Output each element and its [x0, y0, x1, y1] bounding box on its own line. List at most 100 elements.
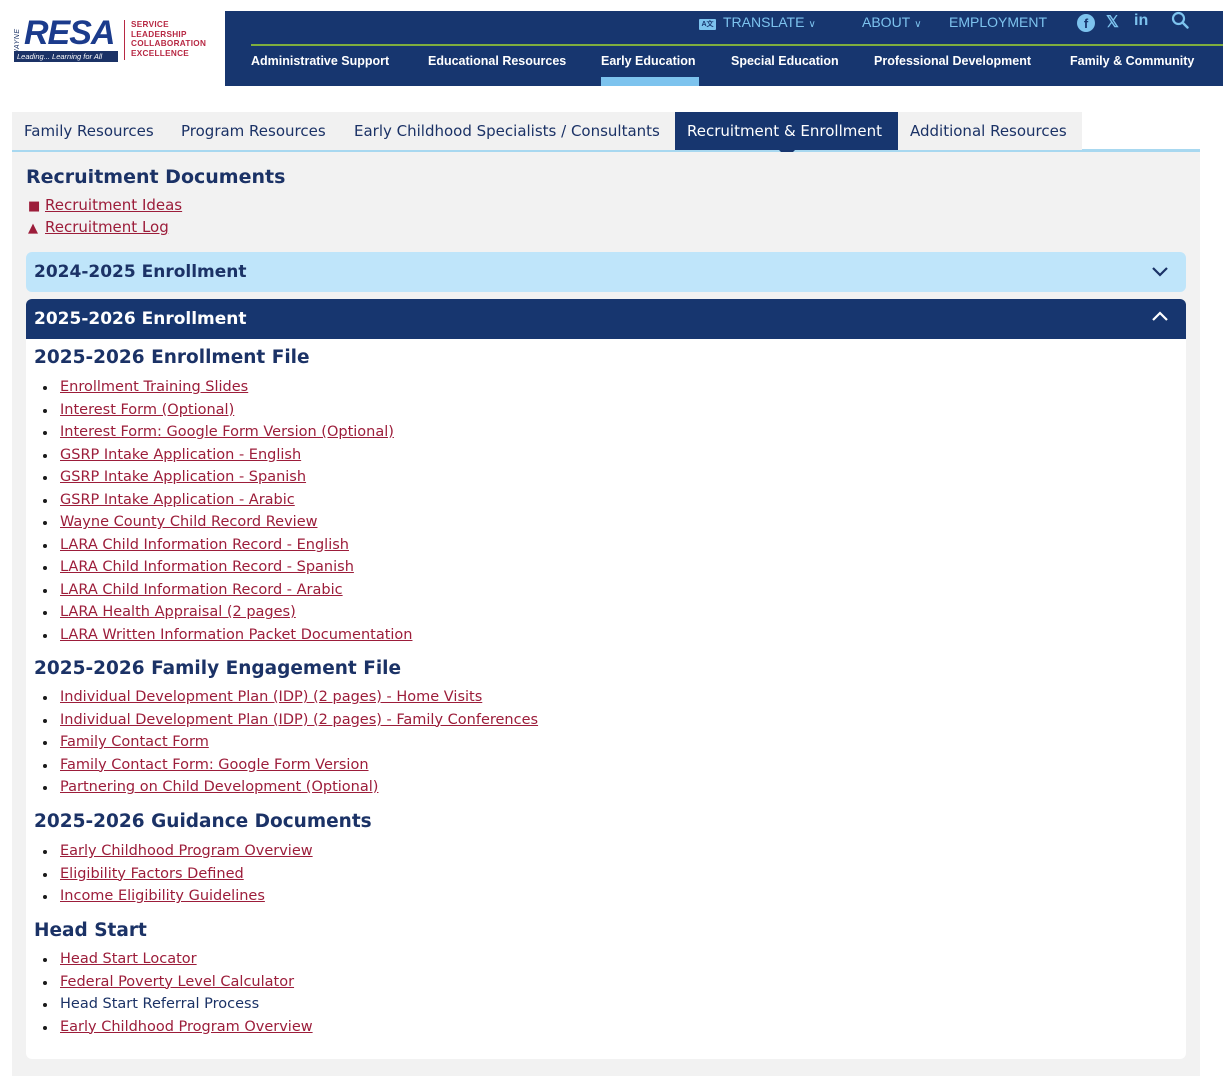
document-link[interactable]: Early Childhood Program Overview — [60, 1019, 313, 1035]
document-link[interactable]: LARA Health Appraisal (2 pages) — [60, 604, 296, 620]
nav-early-education[interactable]: Early Education — [601, 54, 695, 68]
translate-icon: A文 — [699, 19, 716, 30]
document-link[interactable]: LARA Written Information Packet Document… — [60, 627, 412, 643]
facebook-icon[interactable]: f — [1077, 14, 1095, 32]
list-item: Family Contact Form: Google Form Version — [34, 755, 538, 778]
document-link[interactable]: Head Start Locator — [60, 951, 197, 967]
list-item: Early Childhood Program Overview — [34, 841, 313, 864]
nav-special-education[interactable]: Special Education — [731, 54, 839, 68]
tab-family-resources[interactable]: Family Resources — [12, 112, 169, 150]
nav-professional-development[interactable]: Professional Development — [874, 54, 1031, 68]
employment-label: EMPLOYMENT — [949, 14, 1048, 30]
about-label: ABOUT — [862, 14, 911, 30]
list-item: GSRP Intake Application - Spanish — [34, 467, 412, 490]
logo-divider — [124, 20, 125, 60]
accordion-2024-2025-enrollment[interactable]: 2024-2025 Enrollment — [26, 252, 1186, 292]
head-start-heading: Head Start — [34, 920, 147, 941]
document-link[interactable]: Wayne County Child Record Review — [60, 514, 317, 530]
nav-administrative-support[interactable]: Administrative Support — [251, 54, 389, 68]
recruitment-ideas-label: Recruitment Ideas — [45, 196, 183, 214]
document-link[interactable]: Eligibility Factors Defined — [60, 866, 244, 882]
logo-tagline: Leading... Learning for All — [14, 51, 118, 62]
nav-educational-resources[interactable]: Educational Resources — [428, 54, 566, 68]
nav-family-community[interactable]: Family & Community — [1070, 54, 1194, 68]
document-link[interactable]: Individual Development Plan (IDP) (2 pag… — [60, 689, 482, 705]
list-item: Individual Development Plan (IDP) (2 pag… — [34, 710, 538, 733]
resa-logo[interactable]: WAYNE RESA Leading... Learning for All S… — [10, 14, 215, 64]
document-link[interactable]: Income Eligibility Guidelines — [60, 888, 265, 904]
document-link[interactable]: Family Contact Form: Google Form Version — [60, 757, 369, 773]
logo-values: SERVICE LEADERSHIP COLLABORATION EXCELLE… — [131, 20, 206, 58]
recruitment-ideas-link[interactable]: ■ Recruitment Ideas — [28, 196, 182, 214]
logo-name: RESA — [24, 14, 115, 52]
translate-menu[interactable]: A文 TRANSLATE ∨ — [699, 14, 816, 30]
translate-label: TRANSLATE — [723, 14, 805, 30]
list-item: Early Childhood Program Overview — [34, 1017, 313, 1040]
tab-panel: Recruitment Documents ■ Recruitment Ideas… — [12, 152, 1200, 1076]
document-link[interactable]: GSRP Intake Application - Arabic — [60, 492, 295, 508]
accordion-body: 2025-2026 Enrollment File Enrollment Tra… — [26, 339, 1186, 1059]
tab-program-resources[interactable]: Program Resources — [169, 112, 342, 150]
tab-additional-resources[interactable]: Additional Resources — [898, 112, 1082, 150]
tab-recruitment-enrollment[interactable]: Recruitment & Enrollment — [675, 112, 898, 158]
list-item: Family Contact Form — [34, 732, 538, 755]
about-menu[interactable]: ABOUT ∨ — [862, 14, 922, 30]
logo-value: LEADERSHIP — [131, 29, 187, 39]
google-drive-icon: ▲ — [28, 221, 38, 236]
recruitment-log-link[interactable]: ▲ Recruitment Log — [28, 218, 169, 236]
list-item: Enrollment Training Slides — [34, 377, 412, 400]
logo-value: EXCELLENCE — [131, 48, 190, 58]
chevron-down-icon: ∨ — [914, 19, 922, 30]
linkedin-icon[interactable]: in — [1134, 12, 1148, 30]
document-link[interactable]: Early Childhood Program Overview — [60, 843, 313, 859]
list-item: LARA Child Information Record - Arabic — [34, 580, 412, 603]
list-item: Federal Poverty Level Calculator — [34, 972, 313, 995]
document-link[interactable]: Partnering on Child Development (Optiona… — [60, 779, 378, 795]
list-text: Head Start Referral Process — [60, 996, 260, 1012]
family-engagement-list: Individual Development Plan (IDP) (2 pag… — [34, 687, 538, 800]
pdf-icon: ■ — [28, 199, 41, 214]
list-item: Partnering on Child Development (Optiona… — [34, 777, 538, 800]
list-item: LARA Child Information Record - Spanish — [34, 557, 412, 580]
document-link[interactable]: Interest Form: Google Form Version (Opti… — [60, 424, 394, 440]
document-link[interactable]: Family Contact Form — [60, 734, 209, 750]
list-item: LARA Health Appraisal (2 pages) — [34, 602, 412, 625]
document-link[interactable]: LARA Child Information Record - Spanish — [60, 559, 354, 575]
enrollment-file-list: Enrollment Training Slides Interest Form… — [34, 377, 412, 647]
accordion-title: 2024-2025 Enrollment — [34, 262, 247, 282]
site-header: WAYNE RESA Leading... Learning for All S… — [0, 0, 1223, 86]
list-item: Wayne County Child Record Review — [34, 512, 412, 535]
search-icon[interactable] — [1171, 11, 1189, 34]
document-link[interactable]: LARA Child Information Record - English — [60, 537, 349, 553]
document-link[interactable]: Individual Development Plan (IDP) (2 pag… — [60, 712, 538, 728]
document-link[interactable]: LARA Child Information Record - Arabic — [60, 582, 343, 598]
document-link[interactable]: GSRP Intake Application - English — [60, 447, 301, 463]
nav-divider-line — [251, 44, 1223, 46]
logo-value: COLLABORATION — [131, 39, 207, 48]
chevron-down-icon: ∨ — [808, 19, 816, 30]
employment-link[interactable]: EMPLOYMENT — [949, 14, 1047, 30]
accordion-2025-2026-enrollment[interactable]: 2025-2026 Enrollment — [26, 299, 1186, 339]
utility-bar: A文 TRANSLATE ∨ ABOUT ∨ EMPLOYMENT f 𝕏 in — [225, 11, 1223, 35]
list-item: Eligibility Factors Defined — [34, 864, 313, 887]
list-item: GSRP Intake Application - English — [34, 445, 412, 468]
list-item: LARA Child Information Record - English — [34, 535, 412, 558]
document-link[interactable]: Enrollment Training Slides — [60, 379, 248, 395]
document-link[interactable]: GSRP Intake Application - Spanish — [60, 469, 306, 485]
list-item: Interest Form: Google Form Version (Opti… — [34, 422, 412, 445]
tab-bar: Family Resources Program Resources Early… — [12, 112, 1200, 158]
top-navigation: A文 TRANSLATE ∨ ABOUT ∨ EMPLOYMENT f 𝕏 in Ad… — [225, 11, 1223, 86]
tab-early-childhood-specialists[interactable]: Early Childhood Specialists / Consultant… — [342, 112, 675, 150]
document-link[interactable]: Federal Poverty Level Calculator — [60, 974, 294, 990]
list-item: Head Start Locator — [34, 949, 313, 972]
x-icon[interactable]: 𝕏 — [1106, 12, 1119, 32]
list-item: Interest Form (Optional) — [34, 400, 412, 423]
document-link[interactable]: Interest Form (Optional) — [60, 402, 234, 418]
list-item: Income Eligibility Guidelines — [34, 886, 313, 909]
guidance-documents-list: Early Childhood Program Overview Eligibi… — [34, 841, 313, 909]
list-item: GSRP Intake Application - Arabic — [34, 490, 412, 513]
guidance-documents-heading: 2025-2026 Guidance Documents — [34, 811, 372, 832]
list-item: Individual Development Plan (IDP) (2 pag… — [34, 687, 538, 710]
accordion-title: 2025-2026 Enrollment — [34, 309, 247, 329]
family-engagement-heading: 2025-2026 Family Engagement File — [34, 658, 402, 679]
